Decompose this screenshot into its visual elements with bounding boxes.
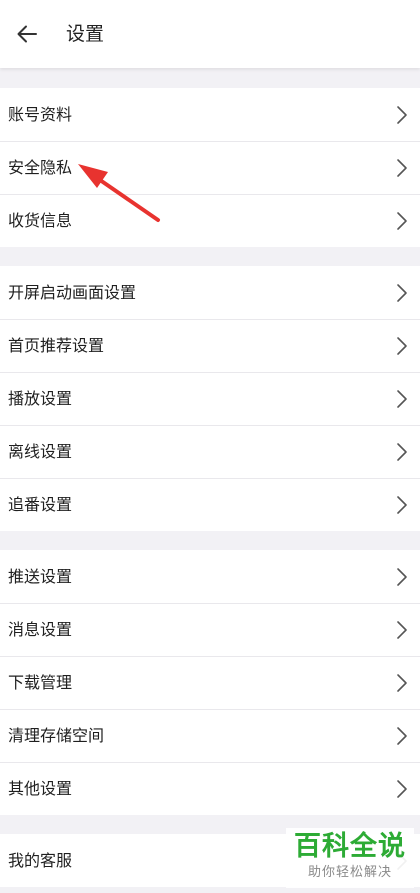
- settings-item-label: 账号资料: [8, 105, 73, 124]
- chevron-right-icon: [397, 443, 407, 461]
- settings-group-system: 推送设置 消息设置 下载管理 清理存储空间 其他设置: [0, 550, 420, 815]
- chevron-right-icon: [397, 284, 407, 302]
- settings-item-home-recommend[interactable]: 首页推荐设置: [0, 319, 420, 372]
- page-title: 设置: [66, 23, 105, 45]
- watermark-logo: 百科全说 助你轻松解决: [286, 828, 414, 888]
- settings-screen: 设置 账号资料 安全隐私 收货信息 开屏启动画面设置 首页推荐设置 播放设置 离…: [0, 0, 420, 893]
- watermark-title: 百科全说: [294, 831, 406, 862]
- settings-item-clear-storage[interactable]: 清理存储空间: [0, 709, 420, 762]
- arrow-left-icon: [17, 25, 37, 43]
- chevron-right-icon: [397, 621, 407, 639]
- settings-item-account-profile[interactable]: 账号资料: [0, 88, 420, 141]
- settings-item-playback[interactable]: 播放设置: [0, 372, 420, 425]
- settings-item-splash-screen[interactable]: 开屏启动画面设置: [0, 266, 420, 319]
- chevron-right-icon: [397, 496, 407, 514]
- top-bar: 设置: [0, 0, 420, 68]
- chevron-right-icon: [397, 674, 407, 692]
- settings-item-label: 安全隐私: [8, 158, 73, 177]
- settings-item-label: 开屏启动画面设置: [8, 283, 137, 302]
- chevron-right-icon: [397, 727, 407, 745]
- chevron-right-icon: [397, 568, 407, 586]
- settings-item-label: 追番设置: [8, 495, 73, 514]
- settings-item-other[interactable]: 其他设置: [0, 762, 420, 815]
- settings-item-label: 推送设置: [8, 567, 73, 586]
- settings-item-security-privacy[interactable]: 安全隐私: [0, 141, 420, 194]
- back-button[interactable]: [10, 17, 44, 51]
- settings-item-label: 收货信息: [8, 211, 73, 230]
- settings-item-label: 下载管理: [8, 673, 73, 692]
- chevron-right-icon: [397, 780, 407, 798]
- chevron-right-icon: [397, 337, 407, 355]
- chevron-right-icon: [397, 212, 407, 230]
- settings-item-shipping-info[interactable]: 收货信息: [0, 194, 420, 247]
- chevron-right-icon: [397, 159, 407, 177]
- settings-item-offline[interactable]: 离线设置: [0, 425, 420, 478]
- settings-group-content: 开屏启动画面设置 首页推荐设置 播放设置 离线设置 追番设置: [0, 266, 420, 531]
- settings-item-label: 首页推荐设置: [8, 336, 105, 355]
- settings-group-account: 账号资料 安全隐私 收货信息: [0, 88, 420, 247]
- settings-item-label: 清理存储空间: [8, 726, 105, 745]
- settings-item-follow-anime[interactable]: 追番设置: [0, 478, 420, 531]
- settings-item-messages[interactable]: 消息设置: [0, 603, 420, 656]
- watermark-subtitle: 助你轻松解决: [307, 865, 392, 880]
- chevron-right-icon: [397, 390, 407, 408]
- chevron-right-icon: [397, 106, 407, 124]
- settings-item-label: 我的客服: [8, 851, 73, 870]
- settings-item-label: 其他设置: [8, 779, 73, 798]
- settings-item-label: 消息设置: [8, 620, 73, 639]
- settings-item-push[interactable]: 推送设置: [0, 550, 420, 603]
- settings-item-label: 播放设置: [8, 389, 73, 408]
- settings-item-label: 离线设置: [8, 442, 73, 461]
- settings-item-downloads[interactable]: 下载管理: [0, 656, 420, 709]
